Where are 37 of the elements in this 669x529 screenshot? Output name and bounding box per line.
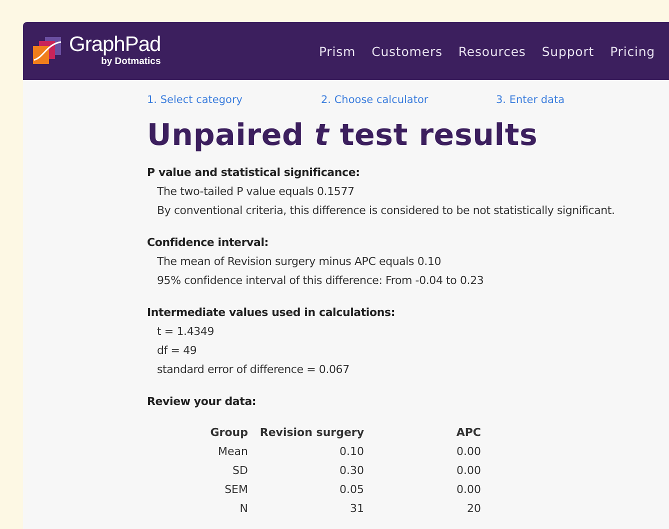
table-cell-text: 0.10 <box>338 444 364 460</box>
step-link[interactable]: 1. Select category <box>147 94 321 106</box>
step-link[interactable]: 2. Choose calculator <box>321 94 496 106</box>
result-line: The mean of Revision surgery minus APC equals 0.10 <box>156 254 442 270</box>
page-title: Unpaired t test results <box>147 118 539 153</box>
result-line: t = 1.4349 <box>156 324 216 340</box>
table-cell-text: 0.00 <box>456 482 481 498</box>
table-cell-text: 0.00 <box>456 444 481 460</box>
nav-link[interactable]: Support <box>542 44 594 58</box>
table-cell-text: N <box>238 501 248 517</box>
table-cell-text: SD <box>232 463 248 479</box>
table-cell-text: 0.05 <box>338 482 364 498</box>
section-heading: P value and statistical significance: <box>147 165 361 181</box>
result-line: By conventional criteria, this difference is considered to be not statistically significant. <box>156 203 616 219</box>
result-line: The two-tailed P value equals 0.1577 <box>156 184 356 200</box>
nav-link[interactable]: Prism <box>318 44 356 58</box>
section-heading: Review your data: <box>147 394 258 410</box>
table-cell-text: 20 <box>466 501 481 517</box>
section-heading: Confidence interval: <box>147 235 270 251</box>
step-link[interactable]: 3. Enter data <box>496 94 669 106</box>
table-cell-text: 31 <box>349 501 364 517</box>
column-header: Revision surgery <box>258 425 364 441</box>
nav-link[interactable]: Resources <box>458 44 526 58</box>
result-line: 95% confidence interval of this difference: From -0.04 to 0.23 <box>156 273 485 289</box>
table-cell-text: SEM <box>224 482 248 498</box>
logo-byline: by Dotmatics <box>101 56 161 68</box>
logo-wordmark: GraphPad <box>69 34 161 56</box>
table-cell-text: 0.30 <box>338 463 364 479</box>
nav-link[interactable]: Customers <box>372 44 442 58</box>
result-line: df = 49 <box>156 343 198 359</box>
section-heading: Intermediate values used in calculations: <box>147 305 396 321</box>
column-header: APC <box>455 425 481 441</box>
table-cell-text: 0.00 <box>456 463 481 479</box>
result-line: standard error of difference = 0.067 <box>156 362 350 378</box>
column-header: Group <box>209 425 248 441</box>
table-cell-text: Mean <box>217 444 248 460</box>
nav-link[interactable]: Pricing <box>610 44 655 58</box>
